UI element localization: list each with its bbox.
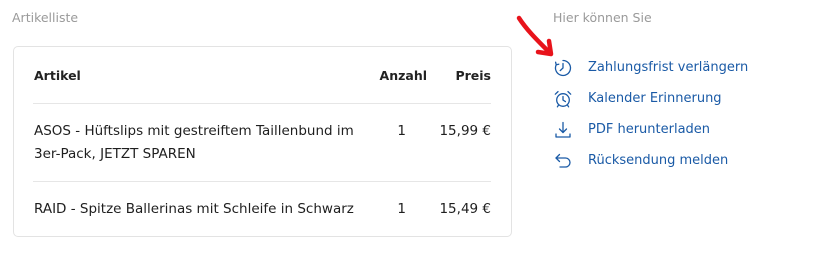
table-row: RAID - Spitze Ballerinas mit Schleife in… (33, 198, 491, 224)
action-label: PDF herunterladen (588, 122, 711, 137)
alarm-clock-icon (554, 90, 572, 107)
article-quantity: 1 (397, 123, 406, 139)
table-row: ASOS - Hüftslips mit gestreiftem Taillen… (33, 120, 491, 182)
column-header-article: Artikel (34, 68, 81, 83)
extend-payment-deadline-link[interactable]: Zahlungsfrist verlängern (553, 52, 748, 83)
table-header: Artikel Anzahl Preis (33, 47, 491, 104)
action-list: Zahlungsfrist verlängern Kalender Erinne… (553, 52, 748, 176)
calendar-reminder-link[interactable]: Kalender Erinnerung (553, 83, 748, 114)
return-arrow-icon (555, 153, 571, 168)
order-detail-page: Artikelliste Artikel Anzahl Preis ASOS -… (0, 0, 833, 254)
action-label: Kalender Erinnerung (588, 91, 722, 106)
article-name: RAID - Spitze Ballerinas mit Schleife in… (34, 201, 354, 217)
article-price: 15,99 € (439, 123, 491, 139)
column-header-price: Preis (455, 68, 491, 83)
article-list-title: Artikelliste (12, 10, 79, 25)
report-return-link[interactable]: Rücksendung melden (553, 145, 748, 176)
article-list-card: Artikel Anzahl Preis ASOS - Hüftslips mi… (13, 46, 512, 237)
action-label: Rücksendung melden (588, 153, 729, 168)
download-icon (555, 121, 571, 138)
download-pdf-link[interactable]: PDF herunterladen (553, 114, 748, 145)
article-price: 15,49 € (439, 201, 491, 217)
clock-icon (554, 59, 572, 76)
article-name: ASOS - Hüftslips mit gestreiftem Taillen… (34, 123, 354, 162)
actions-title: Hier können Sie (553, 10, 652, 25)
action-label: Zahlungsfrist verlängern (588, 60, 749, 75)
column-header-quantity: Anzahl (379, 68, 427, 83)
red-arrow-annotation (516, 15, 554, 57)
article-quantity: 1 (397, 201, 406, 217)
